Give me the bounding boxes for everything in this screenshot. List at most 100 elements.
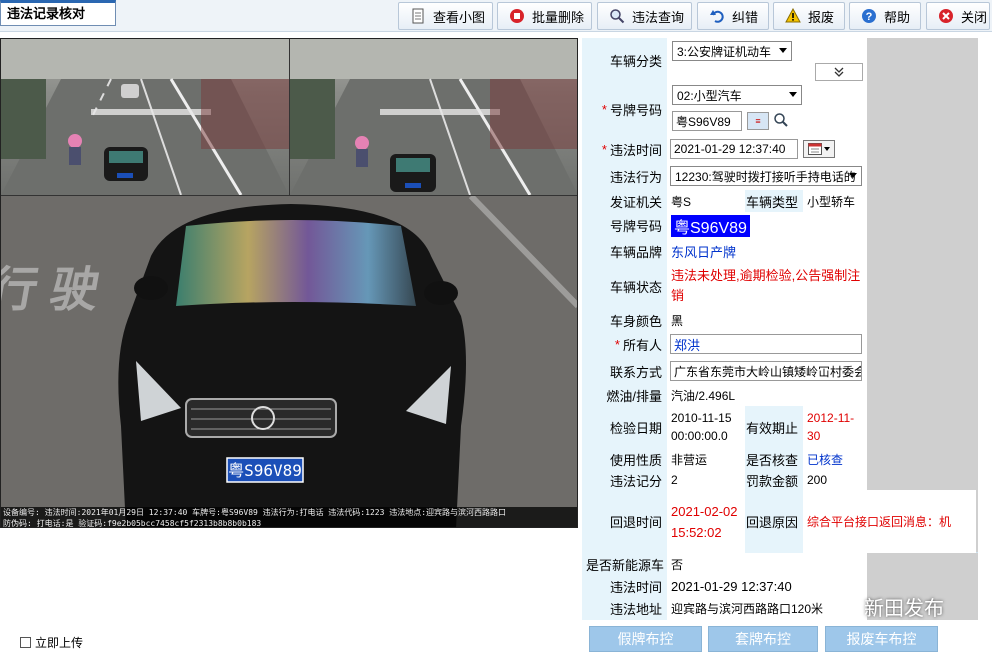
inspection-date-value: 2010-11-15 00:00:00.0 xyxy=(667,406,745,448)
row-plate-type: * 号牌号码 02:小型汽车 粤S96V89 ≡ xyxy=(582,82,867,136)
plate-number-cell: 粤S96V89 xyxy=(667,212,867,239)
stop-icon xyxy=(508,7,526,25)
toolbar: 违法记录核对 查看小图 批量删除 违法查询 纠错 报废 ? 帮助 关闭 xyxy=(0,0,992,32)
plate-type-value: 02:小型汽车 xyxy=(677,88,742,103)
issuing-office-label: 发证机关 xyxy=(582,190,667,212)
checkbox-box[interactable] xyxy=(20,637,31,648)
document-icon xyxy=(409,7,427,25)
violation-act-label: 违法行为 xyxy=(582,162,667,190)
points-value: 2 xyxy=(667,470,745,490)
row-plate-number: 号牌号码 粤S96V89 xyxy=(582,212,867,239)
status-label: 车辆状态 xyxy=(582,263,667,309)
return-reason-value: 综合平台接口返回消息：机 xyxy=(803,490,976,553)
row-vehicle-category: 车辆分类 3:公安牌证机动车 xyxy=(582,38,867,82)
scrapped-vehicle-control-button[interactable]: 报废车布控 xyxy=(825,626,938,652)
close-button[interactable]: 关闭 xyxy=(926,2,990,30)
plate-lookup-button[interactable]: ≡ xyxy=(747,112,769,130)
violation-image-panel: 行 驶 粤S96V89 设备编号: 违法时间:2021年01月29日 12:37… xyxy=(0,38,578,528)
photo-caption-line-1: 设备编号: 违法时间:2021年01月29日 12:37:40 车牌号:粤S96… xyxy=(3,508,507,517)
row-usage: 使用性质 非营运 是否核查 已核查 xyxy=(582,448,867,470)
row-owner: * 所有人 郑洪 xyxy=(582,331,867,358)
plate-type-select[interactable]: 02:小型汽车 xyxy=(672,85,802,105)
report-damage-button[interactable]: 报废 xyxy=(773,2,845,30)
help-button[interactable]: ? 帮助 xyxy=(849,2,921,30)
correct-label: 纠错 xyxy=(732,9,759,25)
plate-number-value: 粤S96V89 xyxy=(671,214,750,237)
watermark-text: 新田发布 xyxy=(864,598,944,620)
violation-time-cell: 2021-01-29 12:37:40 xyxy=(667,136,867,162)
row-color: 车身颜色 黑 xyxy=(582,309,867,331)
color-value: 黑 xyxy=(667,309,867,331)
violation-time-input[interactable]: 2021-01-29 12:37:40 xyxy=(670,139,798,159)
row-new-energy: 是否新能源车 否 xyxy=(582,553,867,575)
fake-plate-control-button[interactable]: 假牌布控 xyxy=(589,626,702,652)
inspection-date-label: 检验日期 xyxy=(582,406,667,448)
valid-until-value: 2012-11-30 xyxy=(803,406,867,448)
verified-label: 是否核查 xyxy=(745,448,803,470)
violation-act-cell: 12230:驾驶时拨打接听手持电话的 xyxy=(667,162,867,190)
violation-time-label-cell: * 违法时间 xyxy=(582,136,667,162)
valid-until-label: 有效期止 xyxy=(745,406,803,448)
brand-label: 车辆品牌 xyxy=(582,239,667,263)
violation-query-label: 违法查询 xyxy=(632,9,685,25)
fine-label: 罚款金额 xyxy=(745,470,803,490)
color-label: 车身颜色 xyxy=(582,309,667,331)
expand-button[interactable] xyxy=(815,63,863,81)
required-mark: * xyxy=(601,141,607,157)
plate-input-value: 粤S96V89 xyxy=(676,114,731,129)
vehicle-category-cell: 3:公安牌证机动车 xyxy=(667,38,867,82)
issuing-office-value: 粤S xyxy=(667,190,745,212)
violation-photo-1[interactable] xyxy=(1,39,289,195)
violation-photo-2[interactable] xyxy=(290,39,577,195)
row-issuing-office: 发证机关 粤S 车辆类型 小型轿车 xyxy=(582,190,867,212)
violation-time-2-label: 违法时间 xyxy=(582,575,667,597)
app-title-tab[interactable]: 违法记录核对 xyxy=(0,0,116,26)
fuel-label: 燃油/排量 xyxy=(582,384,667,406)
view-thumbnails-button[interactable]: 查看小图 xyxy=(398,2,493,30)
main-plate-text: 粤S96V89 xyxy=(228,461,302,480)
plate-type-label: 号牌号码 xyxy=(609,102,662,118)
cloned-plate-control-button[interactable]: 套牌布控 xyxy=(708,626,818,652)
return-time-label: 回退时间 xyxy=(582,490,667,553)
correct-button[interactable]: 纠错 xyxy=(697,2,769,30)
svg-text:?: ? xyxy=(866,11,873,23)
owner-cell: 郑洪 xyxy=(667,331,867,358)
required-mark: * xyxy=(614,337,620,352)
return-reason-label: 回退原因 xyxy=(745,490,803,553)
contact-input[interactable]: 广东省东莞市大岭山镇矮岭冚村委会 xyxy=(670,361,862,381)
photo-caption-line-2: 防伪码: 打电话:是 验证码:f9e2b05bcc7458cf5f2313b8b… xyxy=(3,519,262,528)
plate-input[interactable]: 粤S96V89 xyxy=(672,111,742,131)
chevron-down-icon xyxy=(789,92,797,97)
calendar-icon xyxy=(808,143,822,155)
contact-value: 广东省东莞市大岭山镇矮岭冚村委会 xyxy=(674,364,862,379)
usage-value: 非营运 xyxy=(667,448,745,470)
svg-text:行 驶: 行 驶 xyxy=(1,263,104,317)
row-location: 违法地址 迎宾路与滨河西路路口120米 xyxy=(582,597,867,620)
brand-value: 东风日产牌 xyxy=(667,239,867,263)
status-value: 违法未处理,逾期检验,公告强制注销 xyxy=(667,263,867,309)
vehicle-type-label: 车辆类型 xyxy=(745,190,803,212)
violation-query-button[interactable]: 违法查询 xyxy=(597,2,692,30)
chevron-down-icon xyxy=(824,147,830,151)
warning-icon xyxy=(784,7,802,25)
row-contact: 联系方式 广东省东莞市大岭山镇矮岭冚村委会 xyxy=(582,358,867,384)
batch-delete-button[interactable]: 批量删除 xyxy=(497,2,592,30)
plate-number-label: 号牌号码 xyxy=(582,212,667,239)
close-icon xyxy=(937,7,955,25)
plate-type-label-cell: * 号牌号码 xyxy=(582,82,667,136)
upload-now-checkbox[interactable]: 立即上传 xyxy=(20,634,83,651)
vehicle-category-value: 3:公安牌证机动车 xyxy=(677,44,772,59)
contact-cell: 广东省东莞市大岭山镇矮岭冚村委会 xyxy=(667,358,867,384)
close-label: 关闭 xyxy=(961,9,988,25)
violation-act-select[interactable]: 12230:驾驶时拨打接听手持电话的 xyxy=(670,166,862,186)
owner-input[interactable]: 郑洪 xyxy=(670,334,862,354)
fuel-value: 汽油/2.496L xyxy=(667,384,867,406)
magnifier-icon[interactable] xyxy=(773,112,789,128)
calendar-button[interactable] xyxy=(803,140,835,158)
row-violation-time-2: 违法时间 2021-01-29 12:37:40 xyxy=(582,575,867,597)
violation-photo-main[interactable]: 行 驶 粤S96V89 设备编号: 违法时间:2021年01月29日 12:37… xyxy=(1,196,577,528)
watermark: 新田发布 xyxy=(830,592,944,621)
owner-label-cell: * 所有人 xyxy=(582,331,667,358)
row-fuel: 燃油/排量 汽油/2.496L xyxy=(582,384,867,406)
vehicle-category-select[interactable]: 3:公安牌证机动车 xyxy=(672,41,792,61)
